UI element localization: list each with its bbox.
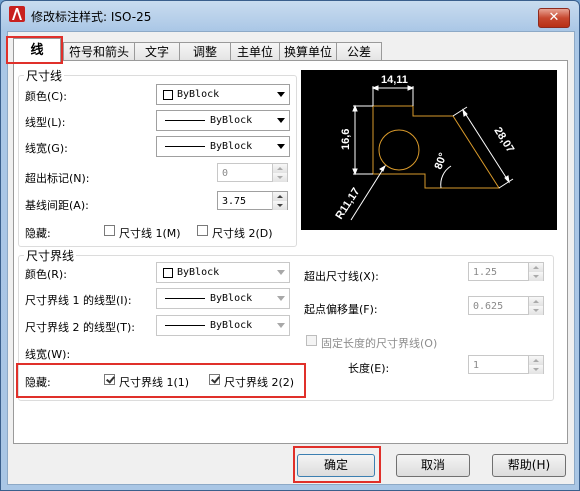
dim-baseline-spinner[interactable]: 3.75 — [217, 191, 288, 210]
ext-suppress1-label[interactable]: 尺寸界线 1(1) — [119, 374, 189, 390]
ext-linetype1-label: 尺寸界线 1 的线型(I): — [25, 294, 132, 307]
ext-extend-label: 超出尺寸线(X): — [304, 270, 379, 283]
ext-extend-value: 1.25 — [473, 267, 498, 278]
chevron-down-icon — [277, 270, 285, 275]
ext-color-label: 颜色(R): — [25, 268, 67, 281]
line-sample — [165, 298, 205, 299]
autocad-logo-icon — [9, 6, 25, 22]
title-bar[interactable]: 修改标注样式: ISO-25 ✕ — [0, 0, 580, 30]
tab-text[interactable]: 文字 — [134, 42, 180, 61]
ext-fixed-length-label[interactable]: 固定长度的尺寸界线(O) — [321, 335, 437, 351]
spin-up-icon[interactable] — [528, 263, 543, 272]
line-sample — [165, 120, 205, 121]
tab-fit[interactable]: 调整 — [179, 42, 231, 61]
dim-suppress-label: 隐藏: — [25, 227, 51, 240]
spin-down-icon[interactable] — [528, 306, 543, 315]
dim-extend-value: 0 — [222, 168, 229, 179]
dim-color-select[interactable]: ByBlock — [156, 84, 290, 105]
spin-up-icon[interactable] — [272, 192, 287, 201]
ext-linetype2-value: ByBlock — [210, 320, 253, 331]
dim-color-label: 颜色(C): — [25, 90, 67, 103]
spin-down-icon[interactable] — [528, 365, 543, 374]
cancel-button[interactable]: 取消 — [396, 454, 470, 477]
ext-length-label: 长度(E): — [348, 362, 390, 375]
chevron-down-icon — [277, 323, 285, 328]
window-title: 修改标注样式: ISO-25 — [31, 10, 152, 24]
dim-lines-group-label: 尺寸线 — [24, 67, 65, 84]
ext-suppress-label: 隐藏: — [25, 376, 51, 389]
ext-color-value: ByBlock — [177, 267, 220, 278]
chevron-down-icon — [277, 118, 285, 123]
line-sample — [165, 325, 205, 326]
tab-primary-units[interactable]: 主单位 — [230, 42, 280, 61]
tab-symbols-arrows[interactable]: 符号和箭头 — [63, 42, 135, 61]
dim-linetype-select[interactable]: ByBlock — [156, 110, 290, 131]
dim-baseline-label: 基线间距(A): — [25, 199, 89, 212]
close-button[interactable]: ✕ — [538, 8, 570, 28]
ext-linetype1-select[interactable]: ByBlock — [156, 288, 290, 309]
ext-lines-group-label: 尺寸界线 — [24, 247, 77, 264]
ext-length-value: 1 — [473, 360, 480, 371]
ext-offset-spinner[interactable]: 0.625 — [468, 296, 544, 315]
preview-circle — [378, 129, 420, 171]
preview-dim-angle: 80° — [433, 151, 450, 171]
ext-length-spinner[interactable]: 1 — [468, 355, 544, 374]
ext-linetype1-value: ByBlock — [210, 293, 253, 304]
color-swatch — [163, 90, 173, 100]
dim-suppress2-checkbox[interactable] — [197, 225, 208, 236]
preview-dim-right: 28,07 — [491, 125, 516, 155]
dim-lineweight-label: 线宽(G): — [25, 142, 68, 155]
dim-suppress1-checkbox[interactable] — [104, 225, 115, 236]
color-swatch — [163, 268, 173, 278]
ext-extend-spinner[interactable]: 1.25 — [468, 262, 544, 281]
spin-up-icon[interactable] — [272, 164, 287, 173]
chevron-down-icon — [277, 296, 285, 301]
preview-dim-left: 16,6 — [340, 129, 352, 150]
dim-lineweight-select[interactable]: ByBlock — [156, 136, 290, 157]
spin-down-icon[interactable] — [272, 201, 287, 210]
ext-offset-value: 0.625 — [473, 301, 504, 312]
chevron-down-icon — [277, 92, 285, 97]
ext-suppress2-checkbox[interactable] — [209, 374, 220, 385]
line-sample — [165, 146, 205, 147]
dimension-preview-drawing: 14,11 16,6 28,07 80° R11,17 — [333, 74, 516, 222]
tab-lines[interactable]: 线 — [13, 38, 61, 62]
ext-linetype2-select[interactable]: ByBlock — [156, 315, 290, 336]
dim-extend-spinner[interactable]: 0 — [217, 163, 288, 182]
dim-baseline-value: 3.75 — [222, 196, 247, 207]
ok-button[interactable]: 确定 — [297, 454, 375, 477]
tab-alternate-units[interactable]: 换算单位 — [279, 42, 337, 61]
preview-panel: 14,11 16,6 28,07 80° R11,17 — [301, 70, 557, 230]
dim-color-value: ByBlock — [177, 89, 220, 100]
dim-suppress1-label[interactable]: 尺寸线 1(M) — [119, 225, 181, 241]
tab-tolerances[interactable]: 公差 — [336, 42, 382, 61]
ext-offset-label: 起点偏移量(F): — [304, 303, 378, 316]
spin-down-icon[interactable] — [272, 173, 287, 182]
spin-down-icon[interactable] — [528, 272, 543, 281]
preview-dim-top: 14,11 — [381, 74, 408, 86]
ext-fixed-length-checkbox[interactable] — [306, 335, 317, 346]
chevron-down-icon — [277, 144, 285, 149]
preview-dim-radius: R11,17 — [333, 186, 362, 222]
ext-linetype2-label: 尺寸界线 2 的线型(T): — [25, 321, 135, 334]
dim-linetype-label: 线型(L): — [25, 116, 66, 129]
dim-suppress2-label[interactable]: 尺寸线 2(D) — [212, 225, 273, 241]
preview-shape-outline — [372, 105, 500, 189]
spin-up-icon[interactable] — [528, 356, 543, 365]
ext-lineweight-label: 线宽(W): — [25, 348, 71, 361]
dim-linetype-value: ByBlock — [210, 115, 253, 126]
dim-lineweight-value: ByBlock — [210, 141, 253, 152]
ext-suppress2-label[interactable]: 尺寸界线 2(2) — [224, 374, 294, 390]
spin-up-icon[interactable] — [528, 297, 543, 306]
dim-extend-label: 超出标记(N): — [25, 172, 90, 185]
ext-suppress1-checkbox[interactable] — [104, 374, 115, 385]
help-button[interactable]: 帮助(H) — [492, 454, 566, 477]
ext-color-select[interactable]: ByBlock — [156, 262, 290, 283]
